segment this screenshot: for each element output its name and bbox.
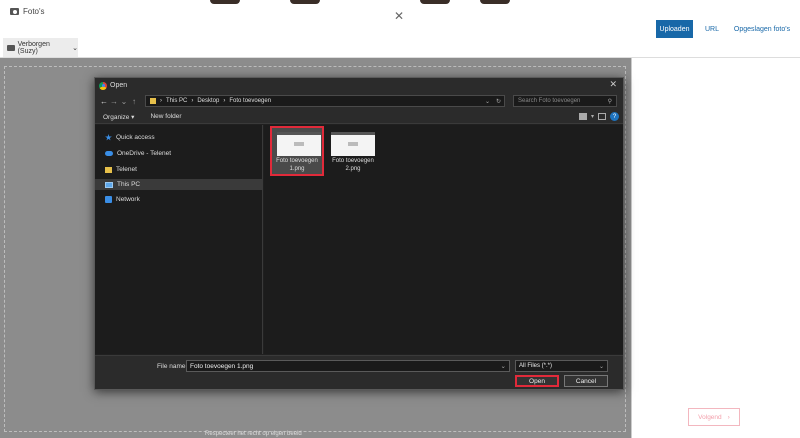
page-title-text: Foto's bbox=[23, 7, 45, 16]
chevron-down-icon: ⌄ bbox=[598, 363, 604, 370]
folder-icon bbox=[150, 98, 156, 104]
sidebar-item-label: Telenet bbox=[116, 166, 137, 173]
album-select[interactable]: Verborgen (Suzy) ⌄ bbox=[3, 38, 78, 57]
breadcrumb-separator: › bbox=[223, 98, 226, 104]
sidebar-item-quick-access[interactable]: Quick access bbox=[95, 132, 263, 143]
chrome-icon bbox=[99, 81, 107, 90]
sidebar-item-label: This PC bbox=[117, 181, 141, 188]
address-bar[interactable]: › This PC › Desktop › Foto toevoegen ⌄ ↻ bbox=[145, 95, 505, 107]
photo-strip bbox=[290, 0, 320, 4]
breadcrumb-desktop[interactable]: Desktop bbox=[197, 98, 219, 104]
sidebar-item-telenet[interactable]: Telenet bbox=[95, 164, 263, 175]
file-item-selected[interactable]: Foto toevoegen 1.png bbox=[270, 126, 324, 176]
tab-saved-photos[interactable]: Opgeslagen foto's bbox=[730, 20, 794, 38]
breadcrumb-separator: › bbox=[191, 98, 194, 104]
dialog-title: Open bbox=[110, 82, 128, 89]
image-thumbnail bbox=[331, 132, 375, 156]
photo-strip bbox=[420, 0, 450, 4]
breadcrumb-separator: › bbox=[160, 98, 162, 104]
folder-icon bbox=[7, 44, 15, 51]
chevron-down-icon[interactable]: ⌄ bbox=[501, 362, 506, 370]
help-icon[interactable]: ? bbox=[610, 112, 619, 121]
cancel-button[interactable]: Cancel bbox=[564, 375, 608, 387]
open-file-dialog: Open ✕ ← → ⌄ ↑ › This PC › Desktop › Fot… bbox=[94, 77, 624, 390]
album-name: Verborgen (Suzy) bbox=[17, 40, 50, 55]
dialog-close-icon[interactable]: ✕ bbox=[609, 79, 617, 90]
page-title: Foto's bbox=[10, 7, 45, 16]
forward-icon[interactable]: → bbox=[109, 97, 119, 106]
file-name: Foto toevoegen 2.png bbox=[332, 158, 374, 172]
folder-icon bbox=[105, 166, 112, 173]
sidebar-item-this-pc[interactable]: This PC bbox=[95, 179, 263, 190]
close-icon[interactable]: ✕ bbox=[394, 9, 404, 23]
right-panel bbox=[631, 58, 800, 438]
network-icon bbox=[105, 196, 112, 203]
cloud-icon bbox=[105, 151, 113, 156]
file-name: Foto toevoegen 1.png bbox=[276, 158, 318, 172]
breadcrumb-current-folder[interactable]: Foto toevoegen bbox=[229, 98, 271, 104]
sidebar-item-label: Quick access bbox=[116, 134, 155, 141]
chevron-down-icon: ⌄ bbox=[72, 44, 78, 52]
search-icon: ⚲ bbox=[607, 98, 612, 105]
preview-pane-icon[interactable] bbox=[598, 113, 606, 120]
dialog-footer: File name: Foto toevoegen 1.png ⌄ All Fi… bbox=[95, 355, 623, 389]
search-placeholder: Search Foto toevoegen bbox=[518, 98, 581, 104]
view-mode-icon[interactable] bbox=[578, 113, 587, 120]
refresh-icon[interactable]: ↻ bbox=[496, 98, 501, 105]
sidebar-item-label: Network bbox=[116, 196, 140, 203]
navigation-bar: ← → ⌄ ↑ › This PC › Desktop › Foto toevo… bbox=[95, 93, 623, 110]
up-icon[interactable]: ↑ bbox=[129, 97, 139, 106]
open-button[interactable]: Open bbox=[515, 375, 559, 387]
file-name-value: Foto toevoegen 1.png bbox=[190, 362, 254, 370]
command-bar: Organize ▾ New folder ▾ ? bbox=[95, 110, 623, 124]
new-folder-button[interactable]: New folder bbox=[150, 113, 181, 120]
bottom-hint: Respecteer het recht op eigen beeld bbox=[205, 431, 302, 437]
tab-url[interactable]: URL bbox=[700, 20, 724, 38]
recent-dropdown-icon[interactable]: ⌄ bbox=[119, 97, 129, 106]
computer-icon bbox=[105, 181, 113, 188]
sidebar-item-network[interactable]: Network bbox=[95, 194, 263, 205]
view-controls: ▾ ? bbox=[578, 112, 619, 121]
next-button-label: Volgend bbox=[698, 413, 722, 421]
sidebar-item-onedrive[interactable]: OneDrive - Telenet bbox=[95, 148, 263, 159]
tab-upload[interactable]: Uploaden bbox=[656, 20, 693, 38]
star-icon bbox=[105, 134, 112, 141]
search-input[interactable]: Search Foto toevoegen ⚲ bbox=[513, 95, 617, 107]
chevron-right-icon: › bbox=[727, 413, 730, 421]
dialog-titlebar: Open ✕ bbox=[95, 78, 623, 93]
back-icon[interactable]: ← bbox=[99, 97, 109, 106]
image-thumbnail bbox=[277, 132, 321, 156]
photo-strip bbox=[210, 0, 240, 4]
modal-header: Foto's ✕ Uploaden URL Opgeslagen foto's bbox=[0, 0, 800, 38]
sidebar-item-label: OneDrive - Telenet bbox=[117, 150, 172, 157]
file-type-select[interactable]: All Files (*.*) ⌄ bbox=[515, 360, 608, 372]
file-list: Foto toevoegen 1.png Foto toevoegen 2.pn… bbox=[264, 125, 623, 354]
file-type-value: All Files (*.*) bbox=[519, 363, 553, 369]
chevron-down-icon[interactable]: ▾ bbox=[591, 113, 594, 120]
file-name-label: File name: bbox=[157, 363, 188, 370]
next-button[interactable]: Volgend › bbox=[688, 408, 740, 426]
file-item[interactable]: Foto toevoegen 2.png bbox=[326, 128, 380, 178]
photo-strip bbox=[480, 0, 510, 4]
navigation-pane: Quick access OneDrive - Telenet Telenet … bbox=[95, 125, 263, 354]
chevron-down-icon[interactable]: ⌄ bbox=[485, 98, 490, 105]
organize-button[interactable]: Organize ▾ bbox=[103, 113, 134, 121]
camera-icon bbox=[10, 8, 19, 15]
breadcrumb-this-pc[interactable]: This PC bbox=[166, 98, 187, 104]
file-name-input[interactable]: Foto toevoegen 1.png ⌄ bbox=[186, 360, 510, 372]
